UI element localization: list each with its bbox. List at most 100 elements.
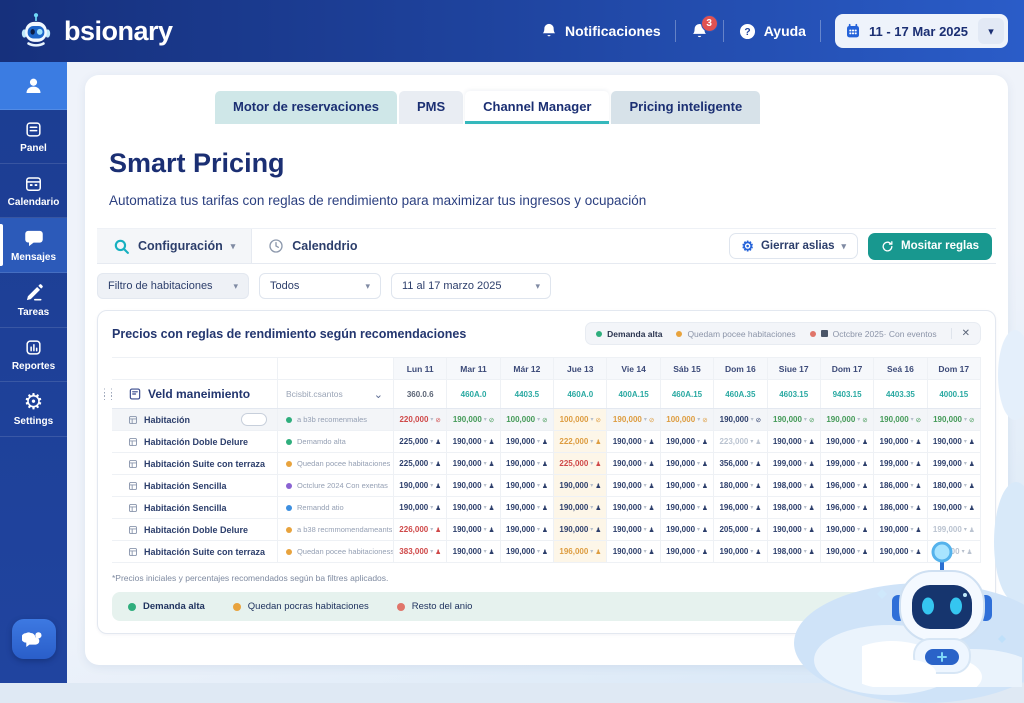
price-cell[interactable]: 225,000▾♟ — [394, 431, 447, 452]
price-cell[interactable]: 205,000▾♟ — [714, 519, 767, 540]
sidebar-item-mensajes[interactable]: Mensajes — [0, 218, 67, 273]
price-cell[interactable]: 190,000▾♟ — [661, 497, 714, 518]
price-cell[interactable]: 190,000▾♟ — [607, 519, 660, 540]
configuration-menu[interactable]: Configuración ▾ — [97, 229, 252, 263]
notification-bell-button[interactable]: 3 — [690, 22, 709, 41]
sidebar-item-reportes[interactable]: Reportes — [0, 328, 67, 382]
price-cell[interactable]: 190,000▾♟ — [447, 497, 500, 518]
price-cell[interactable]: 199,000▾♟ — [768, 453, 821, 474]
chat-assistant-button[interactable] — [12, 619, 56, 659]
price-cell[interactable]: 190,000▾♟ — [607, 453, 660, 474]
price-cell[interactable]: 226,000▾♟ — [394, 519, 447, 540]
price-cell[interactable]: 190,000▾♟ — [447, 431, 500, 452]
price-cell[interactable]: 199,000▾♟ — [874, 453, 927, 474]
price-cell[interactable]: 190,000▾♟ — [874, 431, 927, 452]
tab-pms[interactable]: PMS — [399, 91, 463, 124]
price-cell[interactable]: 190,000▾♟ — [394, 475, 447, 496]
price-cell[interactable]: 186,000▾♟ — [874, 497, 927, 518]
calendar-view-tab[interactable]: Calenddrio — [252, 229, 373, 263]
price-cell[interactable]: 199,000▾♟ — [928, 453, 981, 474]
price-cell[interactable]: 190,000▾♟ — [661, 475, 714, 496]
room-toggle[interactable] — [241, 413, 267, 426]
price-cell[interactable]: 225,000▾♟ — [554, 453, 607, 474]
price-cell[interactable]: 190,000▾♟ — [447, 519, 500, 540]
price-cell[interactable]: 180,000▾♟ — [714, 475, 767, 496]
price-cell[interactable]: 196,000▾♟ — [714, 497, 767, 518]
tab-channel-manager[interactable]: Channel Manager — [465, 91, 609, 124]
price-cell[interactable]: 190,000▾♟ — [394, 497, 447, 518]
price-cell[interactable]: 198,000▾♟ — [768, 475, 821, 496]
filter-dropdown-2[interactable]: 11 al 17 marzo 2025▾ — [391, 273, 551, 299]
price-cell[interactable]: 356,000▾♟ — [714, 453, 767, 474]
price-cell[interactable]: 196,000▾♟ — [554, 541, 607, 562]
price-cell[interactable]: 190,000▾⊘ — [874, 409, 927, 430]
price-cell[interactable]: 225,000▾♟ — [394, 453, 447, 474]
sidebar-item-calendario[interactable]: Calendario — [0, 164, 67, 218]
price-cell[interactable]: 190,000▾♟ — [607, 475, 660, 496]
price-cell[interactable]: 190,000▾⊘ — [928, 409, 981, 430]
show-rules-button[interactable]: Mositar reglas — [868, 233, 992, 260]
price-cell[interactable]: 190,000▾♟ — [501, 541, 554, 562]
price-cell[interactable]: 190,000▾⊘ — [607, 409, 660, 430]
close-rooms-button[interactable]: ⚙ Gierrar aslias ▾ — [729, 233, 858, 259]
price-cell[interactable]: 190,000▾⊘ — [821, 409, 874, 430]
brand-logo[interactable]: bsionary — [16, 11, 173, 51]
price-cell[interactable]: 190,000▾♟ — [607, 497, 660, 518]
filter-dropdown-1[interactable]: Todos▾ — [259, 273, 381, 299]
price-cell[interactable]: 190,000▾♟ — [554, 497, 607, 518]
price-cell[interactable]: 190,000▾♟ — [501, 431, 554, 452]
price-cell[interactable]: 190,000▾♟ — [928, 431, 981, 452]
price-cell[interactable]: 190,000▾♟ — [607, 431, 660, 452]
price-cell[interactable]: 223,000▾♟ — [714, 431, 767, 452]
tab-pricing-inteligente[interactable]: Pricing inteligente — [611, 91, 760, 124]
price-cell[interactable]: 180,000▾♟ — [928, 475, 981, 496]
price-cell[interactable]: 190,000▾♟ — [501, 475, 554, 496]
price-cell[interactable]: 190,000▾♟ — [768, 431, 821, 452]
price-cell[interactable]: 100,000▾⊘ — [501, 409, 554, 430]
sidebar-item-settings[interactable]: ⚙Settings — [0, 382, 67, 437]
price-cell[interactable]: 190,000▾♟ — [661, 431, 714, 452]
price-cell[interactable]: 190,000▾⊘ — [447, 409, 500, 430]
price-cell[interactable]: 196,000▾♟ — [821, 475, 874, 496]
price-cell[interactable]: 190,000▾♟ — [768, 519, 821, 540]
price-cell[interactable]: 190,000▾♟ — [821, 431, 874, 452]
summary-dropdown[interactable]: Bcisbit.csantos⌄ — [278, 380, 394, 408]
price-cell[interactable]: 196,000▾♟ — [821, 497, 874, 518]
price-cell[interactable]: 190,000▾♟ — [501, 519, 554, 540]
price-cell[interactable]: 190,000▾♟ — [554, 519, 607, 540]
price-cell[interactable]: 190,000▾♟ — [554, 475, 607, 496]
drag-handle-icon[interactable]: ⋮⋮⋮⋮ — [100, 390, 114, 398]
price-cell[interactable]: 190,000▾♟ — [447, 541, 500, 562]
sidebar-item-tareas[interactable]: Tareas — [0, 273, 67, 328]
chevron-down-icon[interactable]: ▾ — [978, 18, 1004, 44]
price-cell[interactable]: 190,000▾♟ — [501, 453, 554, 474]
price-cell[interactable]: 199,000▾♟ — [821, 453, 874, 474]
close-legend-button[interactable]: ✕ — [951, 328, 970, 339]
notifications-link[interactable]: Notificaciones — [540, 22, 661, 40]
price-cell[interactable]: 190,000▾♟ — [501, 497, 554, 518]
price-cell[interactable]: 190,000▾♟ — [661, 453, 714, 474]
date-range-picker[interactable]: 11 - 17 Mar 2025 ▾ — [835, 14, 1008, 48]
filter-dropdown-0[interactable]: Filtro de habitaciones▾ — [97, 273, 249, 299]
price-cell[interactable]: 190,000▾♟ — [607, 541, 660, 562]
price-cell[interactable]: 190,000▾⊘ — [768, 409, 821, 430]
price-cell[interactable]: 222,000▾♟ — [554, 431, 607, 452]
price-cell[interactable]: 198,000▾♟ — [768, 497, 821, 518]
price-cell[interactable]: 186,000▾♟ — [874, 475, 927, 496]
price-cell[interactable]: 100,000▾⊘ — [661, 409, 714, 430]
help-link[interactable]: ? Ayuda — [738, 22, 806, 41]
price-cell[interactable]: 220,000▾⊘ — [394, 409, 447, 430]
sidebar-item-panel[interactable]: Panel — [0, 110, 67, 164]
price-cell[interactable]: 100,000▾⊘ — [554, 409, 607, 430]
price-cell[interactable]: 190,000▾⊘ — [714, 409, 767, 430]
sidebar-item-profile[interactable] — [0, 62, 67, 110]
price-cell[interactable]: 190,000▾♟ — [447, 475, 500, 496]
tab-motor-de-reservaciones[interactable]: Motor de reservaciones — [215, 91, 397, 124]
price-cell[interactable]: 190,000▾♟ — [661, 541, 714, 562]
price-cell[interactable]: 190,000▾♟ — [928, 497, 981, 518]
price-cell[interactable]: 198,000▾♟ — [768, 541, 821, 562]
price-cell[interactable]: 383,000▾♟ — [394, 541, 447, 562]
price-cell[interactable]: 190,000▾♟ — [661, 519, 714, 540]
price-cell[interactable]: 190,000▾♟ — [714, 541, 767, 562]
price-cell[interactable]: 190,000▾♟ — [447, 453, 500, 474]
